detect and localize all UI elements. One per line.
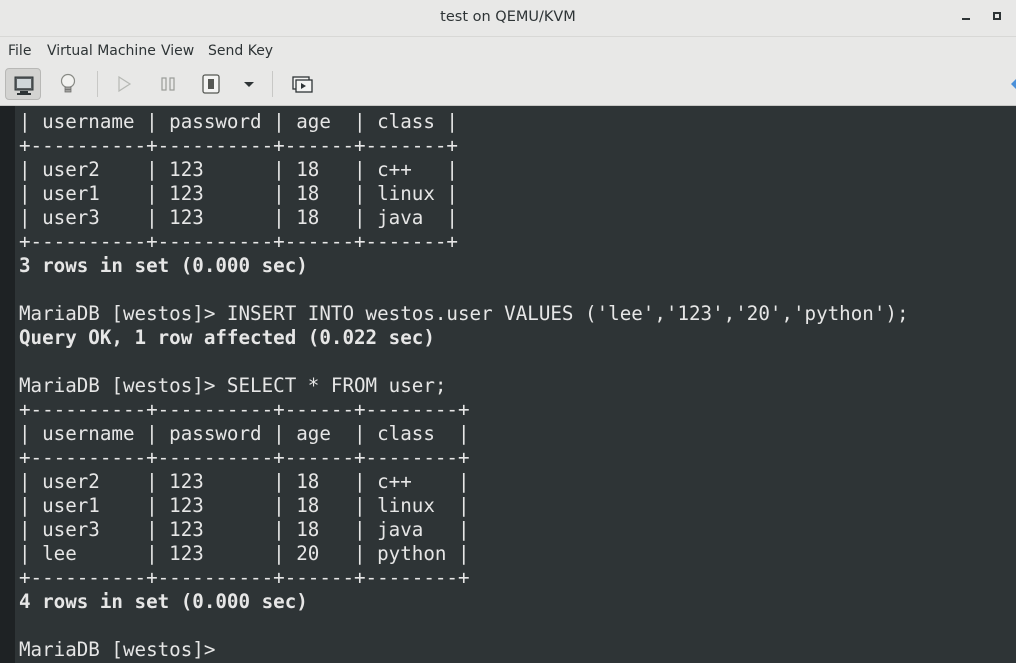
terminal-left-border — [0, 106, 15, 663]
lightbulb-icon — [60, 73, 76, 93]
terminal-line: 3 rows in set (0.000 sec) — [19, 254, 308, 277]
terminal-line: | user1 | 123 | 18 | linux | — [19, 182, 458, 205]
maximize-icon[interactable] — [993, 12, 1001, 20]
fullscreen-button[interactable] — [284, 68, 320, 100]
menu-bar: File Virtual Machine View Send Key — [0, 37, 1016, 63]
terminal-line: +----------+----------+------+--------+ — [19, 446, 470, 469]
window-title: test on QEMU/KVM — [440, 9, 576, 25]
menu-virtual-machine[interactable]: Virtual Machine — [47, 41, 156, 61]
terminal-line: | user2 | 123 | 18 | c++ | — [19, 158, 458, 181]
title-bar: test on QEMU/KVM — [0, 0, 1016, 37]
terminal-line: | user1 | 123 | 18 | linux | — [19, 494, 470, 517]
screens-icon — [292, 76, 313, 93]
terminal-line: 4 rows in set (0.000 sec) — [19, 590, 308, 613]
menu-view[interactable]: View — [161, 41, 194, 61]
terminal-line: | user3 | 123 | 18 | java | — [19, 518, 470, 541]
terminal-line: +----------+----------+------+--------+ — [19, 566, 470, 589]
menu-file[interactable]: File — [8, 41, 31, 61]
pause-icon — [161, 77, 175, 91]
console-view-button[interactable] — [5, 68, 41, 100]
toolbar — [0, 63, 1016, 106]
vm-console-terminal[interactable]: | username | password | age | class | +--… — [0, 106, 1016, 663]
toolbar-separator — [272, 71, 273, 97]
run-button[interactable] — [106, 68, 142, 100]
menu-send-key[interactable]: Send Key — [208, 41, 273, 61]
power-icon — [202, 74, 220, 94]
terminal-line: +----------+----------+------+-------+ — [19, 134, 458, 157]
terminal-line: | lee | 123 | 20 | python | — [19, 542, 470, 565]
terminal-line: +----------+----------+------+--------+ — [19, 398, 470, 421]
pause-button[interactable] — [150, 68, 186, 100]
terminal-line: | user2 | 123 | 18 | c++ | — [19, 470, 470, 493]
terminal-line: | username | password | age | class | — [19, 110, 458, 133]
terminal-line: MariaDB [westos]> — [19, 638, 227, 661]
minimize-icon[interactable] — [962, 18, 970, 20]
terminal-line: | user3 | 123 | 18 | java | — [19, 206, 458, 229]
terminal-line: MariaDB [westos]> INSERT INTO westos.use… — [19, 302, 909, 325]
shutdown-menu-button[interactable] — [231, 68, 267, 100]
toolbar-separator — [97, 71, 98, 97]
play-icon — [118, 75, 132, 93]
terminal-line: Query OK, 1 row affected (0.022 sec) — [19, 326, 435, 349]
chevron-down-icon — [244, 82, 254, 87]
details-view-button[interactable] — [50, 68, 86, 100]
terminal-line: | username | password | age | class | — [19, 422, 470, 445]
terminal-line: +----------+----------+------+-------+ — [19, 230, 458, 253]
monitor-icon — [14, 76, 34, 95]
terminal-output: | username | password | age | class | +--… — [19, 110, 909, 662]
shutdown-button[interactable] — [193, 68, 229, 100]
terminal-line: MariaDB [westos]> SELECT * FROM user; — [19, 374, 447, 397]
toolbar-overflow-icon[interactable] — [1010, 77, 1016, 91]
